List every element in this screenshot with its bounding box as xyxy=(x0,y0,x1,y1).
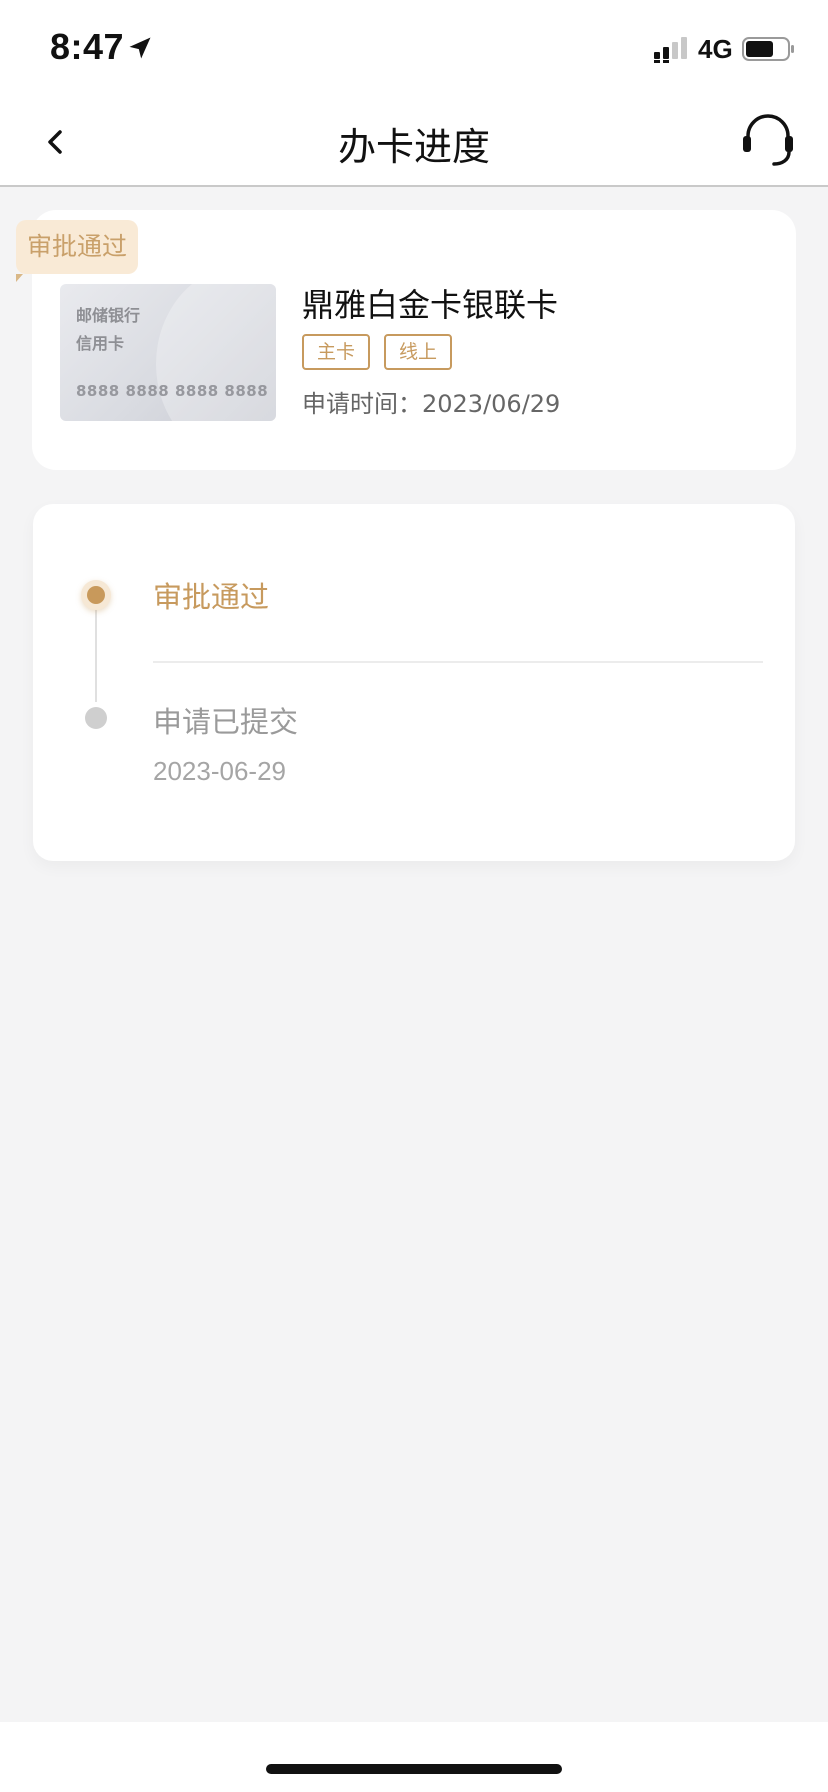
card-number: 8888 8888 8888 8888 xyxy=(76,382,269,400)
progress-timeline: 审批通过 申请已提交 2023-06-29 xyxy=(33,504,795,861)
battery-icon xyxy=(742,37,794,61)
credit-card-image: 邮储银行 信用卡 8888 8888 8888 8888 xyxy=(60,284,276,421)
status-time: 8:47 xyxy=(50,26,125,67)
bottom-bar xyxy=(0,1722,828,1792)
customer-service-headset-icon[interactable] xyxy=(738,110,798,170)
card-type: 信用卡 xyxy=(76,334,125,353)
apply-time: 申请时间：2023/06/29 xyxy=(302,390,561,418)
approval-status-tag: 审批通过 xyxy=(16,220,138,282)
timeline-dot-inactive xyxy=(85,707,107,729)
card-bank-name: 邮储银行 xyxy=(76,306,141,325)
home-indicator[interactable] xyxy=(266,1764,562,1774)
signal-icon xyxy=(654,37,687,63)
online-tag: 线上 xyxy=(384,334,452,370)
location-arrow-icon xyxy=(129,37,151,59)
page-title: 办卡进度 xyxy=(337,125,490,169)
screen: 8:47 4G 办卡进度 审批通过 邮储银行 信用卡 8888 8888 888… xyxy=(0,0,828,1792)
card-name: 鼎雅白金卡银联卡 xyxy=(302,286,559,324)
timeline-step-approved: 审批通过 xyxy=(153,580,270,614)
timeline-divider xyxy=(153,661,763,663)
timeline-dot-active xyxy=(81,580,111,610)
card-summary[interactable]: 审批通过 邮储银行 信用卡 8888 8888 8888 8888 鼎雅白金卡银… xyxy=(16,210,796,470)
timeline-step-date: 2023-06-29 xyxy=(153,756,286,786)
status-bar: 8:47 4G xyxy=(0,0,828,96)
primary-card-tag: 主卡 xyxy=(302,334,370,370)
timeline-step-submitted: 申请已提交 xyxy=(153,705,299,739)
timeline-connector xyxy=(95,594,97,702)
nav-bar: 办卡进度 xyxy=(0,96,828,187)
network-label: 4G xyxy=(698,34,733,64)
